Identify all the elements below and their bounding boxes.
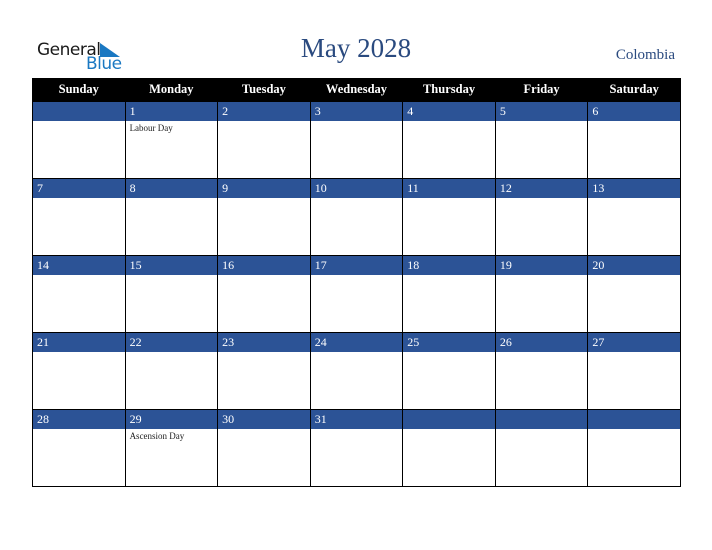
day-number: 12 [495,179,588,198]
day-number: 29 [125,410,218,429]
day-number: 11 [403,179,495,198]
day-number: 4 [403,102,495,121]
day-cell[interactable]: 16 [217,255,311,333]
day-cell[interactable] [587,409,681,487]
day-number: 31 [310,410,403,429]
day-cell[interactable]: 2 [217,101,311,179]
day-cell[interactable]: 3 [309,101,404,179]
day-cell[interactable]: 6 [587,101,681,179]
day-number: 28 [33,410,125,429]
weekday-header: Saturday [587,78,681,102]
weekday-header: Tuesday [217,78,311,102]
weekday-header: Monday [124,78,219,102]
day-number: 19 [495,256,588,275]
day-cell[interactable] [402,409,496,487]
day-cell[interactable]: 20 [587,255,681,333]
day-cell[interactable]: 5 [494,101,589,179]
day-cell[interactable]: 19 [494,255,589,333]
day-number: 9 [218,179,310,198]
day-cell[interactable]: 13 [587,178,681,256]
day-number: 15 [125,256,218,275]
day-cell[interactable]: 15 [124,255,219,333]
day-cell[interactable]: 21 [32,332,126,410]
day-number: 6 [588,102,680,121]
day-number: 13 [588,179,680,198]
day-cell[interactable]: 23 [217,332,311,410]
week-row: 28 29 Ascension Day 30 31 [32,409,681,487]
day-cell[interactable]: 9 [217,178,311,256]
day-cell[interactable]: 30 [217,409,311,487]
day-cell[interactable]: 11 [402,178,496,256]
week-row: 1 Labour Day 2 3 4 5 6 [32,101,681,179]
day-number: 5 [495,102,588,121]
weekday-header: Wednesday [309,78,404,102]
day-number: 30 [218,410,310,429]
day-number: 27 [588,333,680,352]
day-cell[interactable]: 25 [402,332,496,410]
day-number: 1 [125,102,218,121]
day-number: 7 [33,179,125,198]
page-title: May 2028 [300,33,412,63]
day-cell[interactable]: 10 [309,178,404,256]
day-cell[interactable]: 27 [587,332,681,410]
day-number: 17 [310,256,403,275]
holiday-label: Ascension Day [129,431,185,441]
day-number: 3 [310,102,403,121]
day-cell[interactable]: 26 [494,332,589,410]
day-number: 21 [33,333,125,352]
day-cell[interactable]: 29 Ascension Day [124,409,219,487]
day-number: 26 [495,333,588,352]
day-number: 22 [125,333,218,352]
day-number: 8 [125,179,218,198]
day-cell[interactable]: 1 Labour Day [124,101,219,179]
day-number: 16 [218,256,310,275]
week-row: 14 15 16 17 18 19 20 [32,255,681,333]
weekday-header: Thursday [402,78,496,102]
day-number [495,410,588,429]
day-number: 14 [33,256,125,275]
day-number [588,410,680,429]
day-cell[interactable]: 24 [309,332,404,410]
day-cell[interactable]: 31 [309,409,404,487]
day-cell[interactable] [494,409,589,487]
day-number: 10 [310,179,403,198]
week-row: 7 8 9 10 11 12 13 [32,178,681,256]
day-cell[interactable]: 22 [124,332,219,410]
day-cell[interactable]: 7 [32,178,126,256]
day-cell[interactable]: 14 [32,255,126,333]
day-number: 20 [588,256,680,275]
calendar-grid: Sunday Monday Tuesday Wednesday Thursday… [32,78,681,487]
day-cell[interactable]: 4 [402,101,496,179]
day-number: 2 [218,102,310,121]
day-cell[interactable]: 17 [309,255,404,333]
day-cell[interactable] [32,101,126,179]
day-number: 18 [403,256,495,275]
day-number: 25 [403,333,495,352]
day-number: 23 [218,333,310,352]
day-number [403,410,495,429]
weekday-header-row: Sunday Monday Tuesday Wednesday Thursday… [32,78,681,102]
weekday-header: Sunday [32,78,126,102]
day-number: 24 [310,333,403,352]
day-cell[interactable]: 8 [124,178,219,256]
day-number [33,102,125,121]
day-cell[interactable]: 12 [494,178,589,256]
holiday-label: Labour Day [129,123,173,133]
weekday-header: Friday [494,78,589,102]
day-cell[interactable]: 18 [402,255,496,333]
day-cell[interactable]: 28 [32,409,126,487]
week-row: 21 22 23 24 25 26 27 [32,332,681,410]
country-label: Colombia [615,47,675,63]
